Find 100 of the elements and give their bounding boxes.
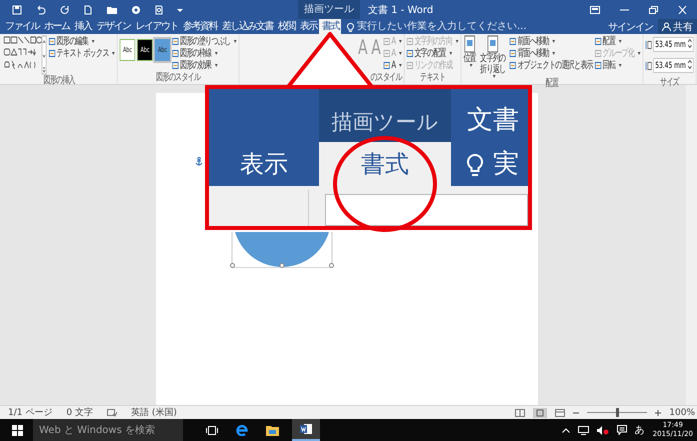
- ribbon-command[interactable]: 図形の枠線: [172, 47, 237, 59]
- magnified-selected-tab-label: 書式: [361, 148, 409, 180]
- language-indicator[interactable]: 英語 (米国): [130, 406, 177, 419]
- command-icon: [172, 60, 179, 70]
- ribbon-large-button[interactable]: 文字列の折り返し: [478, 35, 508, 78]
- size-icon: [645, 60, 652, 70]
- read-mode-icon[interactable]: [515, 408, 526, 416]
- zoom-in-icon[interactable]: [655, 410, 662, 416]
- ribbon-tab[interactable]: 校閲: [275, 19, 297, 34]
- print-layout-icon[interactable]: [533, 408, 548, 418]
- caret-icon: [234, 40, 237, 42]
- ribbon-command[interactable]: 前面へ移動: [510, 35, 593, 47]
- ime-indicator[interactable]: あ: [634, 423, 645, 437]
- ribbon-command[interactable]: テキスト ボックス: [49, 47, 115, 59]
- command-icon: [406, 48, 414, 58]
- ribbon-command[interactable]: 配置: [595, 35, 641, 47]
- ribbon-command[interactable]: 背面へ移動: [510, 47, 593, 59]
- windows-start-icon[interactable]: [12, 424, 23, 436]
- ribbon-tab[interactable]: デザイン: [94, 19, 132, 34]
- close-icon[interactable]: [678, 6, 687, 14]
- ribbon-command[interactable]: 図形の効果: [172, 59, 237, 71]
- word-count[interactable]: 0 文字: [66, 406, 93, 419]
- person-icon: [662, 22, 671, 31]
- ribbon-command[interactable]: 回転: [595, 59, 641, 71]
- page-count[interactable]: 1/1 ページ: [8, 406, 52, 419]
- caret-icon: [215, 64, 218, 66]
- folder-icon[interactable]: [266, 424, 279, 436]
- group-label: 図形のスタイル: [155, 72, 202, 84]
- ribbon-tab[interactable]: ホーム: [41, 19, 72, 34]
- print-preview-icon[interactable]: [154, 4, 164, 14]
- vertical-scrollbar[interactable]: [686, 85, 697, 405]
- ribbon-command[interactable]: オブジェクトの選択と表示: [510, 59, 593, 71]
- caret-icon: [399, 64, 402, 66]
- caret-icon: [618, 40, 622, 42]
- zoom-level[interactable]: 100%: [669, 408, 695, 418]
- size-icon: [645, 40, 652, 50]
- lightbulb-icon: [347, 22, 354, 32]
- taskbar-search-field[interactable]: Web と Windows を検索: [33, 419, 183, 441]
- caret-icon: [399, 40, 402, 42]
- group-label: のスタイル: [369, 72, 402, 84]
- notification-icon[interactable]: [616, 425, 627, 435]
- contextual-tab-header: 描画ツール: [298, 0, 360, 19]
- caret-icon: [552, 52, 556, 54]
- shape-gallery[interactable]: [4, 35, 47, 75]
- ribbon-tab[interactable]: 参考資料: [180, 19, 219, 34]
- group-label: 配置: [544, 78, 560, 90]
- caret-icon: [215, 52, 218, 54]
- spin-arrows-icon[interactable]: [688, 60, 692, 68]
- magnified-tab-label: 表示: [240, 148, 288, 180]
- window-title: 文書 1 - Word: [368, 4, 434, 16]
- ribbon-tab[interactable]: 挿入: [72, 19, 94, 34]
- zoom-slider-thumb[interactable]: [616, 408, 619, 417]
- caret-icon: [449, 52, 452, 54]
- ribbon-tab[interactable]: 書式: [319, 19, 341, 34]
- caret-icon: [456, 40, 459, 42]
- word-taskbar-button[interactable]: [292, 419, 320, 441]
- selected-circle-shape[interactable]: [230, 232, 334, 268]
- command-icon: [384, 60, 390, 70]
- command-icon: [49, 36, 56, 46]
- ribbon-tab[interactable]: レイアウト: [132, 19, 180, 34]
- command-icon: [595, 36, 602, 46]
- caret-icon: [552, 40, 556, 42]
- ribbon-command[interactable]: 図形の塗りつぶし: [172, 35, 237, 47]
- ribbon-command[interactable]: A: [384, 59, 402, 71]
- restore-icon[interactable]: [649, 6, 658, 14]
- network-icon[interactable]: [578, 426, 589, 434]
- magnified-tell-me-text: 実: [493, 148, 519, 182]
- chevron-up-icon[interactable]: [562, 428, 570, 432]
- command-icon: [510, 60, 516, 70]
- command-icon: [406, 36, 414, 46]
- zoom-out-icon[interactable]: [573, 410, 580, 416]
- proofing-icon[interactable]: [106, 408, 117, 416]
- new-document-icon[interactable]: [83, 4, 93, 14]
- browser-e-icon[interactable]: [236, 424, 248, 436]
- command-icon: [595, 60, 602, 70]
- ribbon-tab[interactable]: ファイル: [2, 19, 41, 34]
- anchor-icon: [194, 157, 202, 166]
- undo-icon[interactable]: [35, 4, 47, 14]
- command-icon: [384, 48, 390, 58]
- share-button[interactable]: 共有: [658, 19, 697, 34]
- ribbon-tab[interactable]: 表示: [297, 19, 319, 34]
- save-icon[interactable]: [12, 4, 22, 14]
- ribbon-display-options-icon[interactable]: [590, 6, 600, 14]
- ribbon-command[interactable]: 文字の配置: [406, 47, 459, 59]
- ribbon-command[interactable]: 図形の編集: [49, 35, 115, 47]
- ribbon-large-button[interactable]: 位置: [463, 35, 476, 67]
- customize-caret-icon[interactable]: [177, 6, 183, 12]
- speaker-muted-icon[interactable]: [596, 426, 609, 434]
- folder-icon[interactable]: [106, 4, 118, 14]
- redo-icon[interactable]: [60, 4, 70, 14]
- sign-in-link[interactable]: サインイン: [603, 19, 658, 34]
- spin-arrows-icon[interactable]: [688, 38, 692, 48]
- web-layout-icon[interactable]: [555, 408, 566, 416]
- caret-icon: [638, 52, 641, 54]
- task-view-icon[interactable]: [206, 426, 218, 434]
- ribbon-tab[interactable]: 差し込み文書: [219, 19, 275, 34]
- caret-icon: [492, 75, 496, 78]
- command-icon: [510, 36, 516, 46]
- group-label: テキスト: [419, 72, 446, 84]
- group-label: 図形の挿入: [42, 75, 76, 87]
